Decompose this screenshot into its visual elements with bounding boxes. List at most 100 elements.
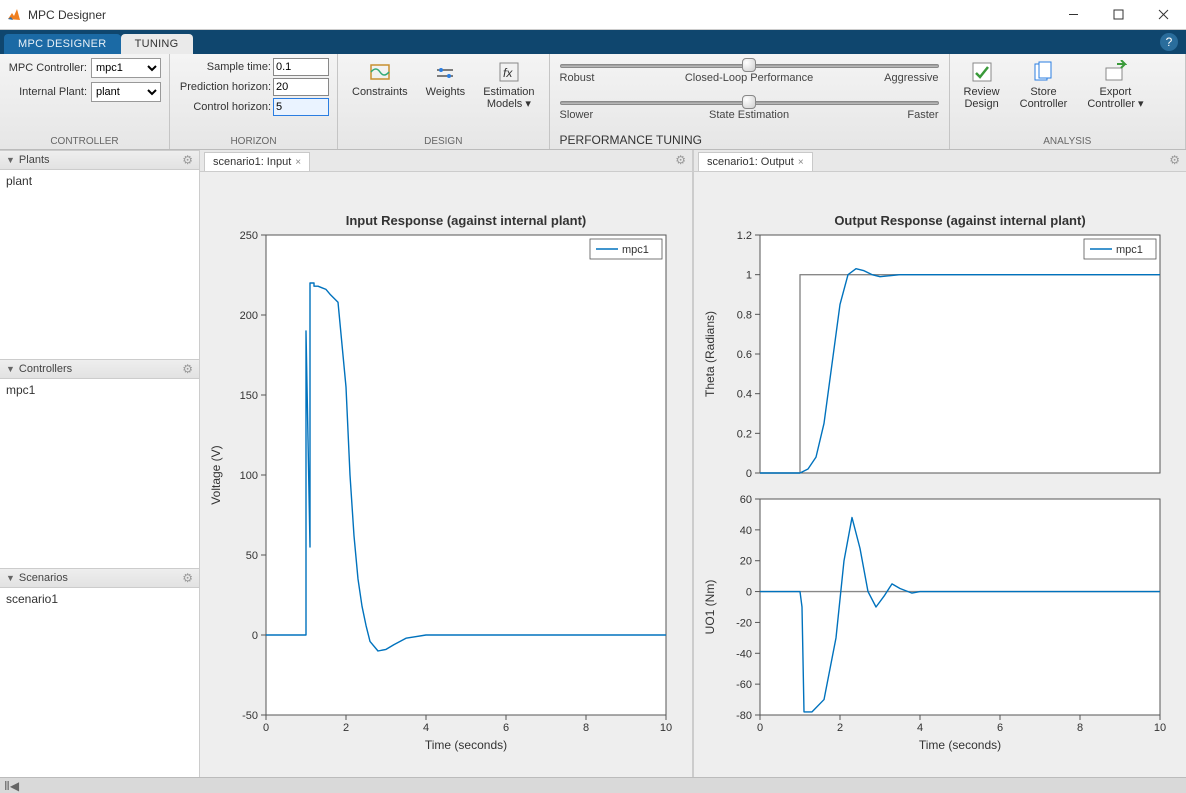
output-tab-gear-icon[interactable]: ⚙ — [1169, 153, 1180, 167]
svg-text:8: 8 — [583, 722, 589, 734]
controllers-header[interactable]: ▼Controllers⚙ — [0, 359, 199, 379]
plants-gear-icon[interactable]: ⚙ — [182, 153, 193, 167]
horizon-group: Sample time: Prediction horizon: Control… — [170, 54, 338, 149]
svg-text:Output Response (against inter: Output Response (against internal plant) — [834, 213, 1085, 228]
group-label-controller: CONTROLLER — [8, 134, 161, 147]
controller-group: MPC Controller: mpc1 Internal Plant: pla… — [0, 54, 170, 149]
controllers-gear-icon[interactable]: ⚙ — [182, 362, 193, 376]
output-plot-pane: scenario1: Output× ⚙ 00.20.40.60.811.2Ou… — [694, 150, 1186, 777]
state-estimation-label: State Estimation — [709, 109, 789, 121]
svg-text:0: 0 — [746, 586, 752, 598]
robust-label: Robust — [560, 72, 595, 84]
svg-text:-40: -40 — [736, 648, 752, 660]
controllers-list: mpc1 — [0, 379, 199, 568]
scenarios-header[interactable]: ▼Scenarios⚙ — [0, 568, 199, 588]
faster-label: Faster — [907, 109, 938, 121]
review-icon — [970, 60, 994, 84]
close-icon[interactable]: × — [295, 157, 301, 168]
tab-mpc-designer[interactable]: MPC DESIGNER — [4, 34, 121, 54]
estimation-models-button[interactable]: fx Estimation Models ▾ — [477, 58, 540, 112]
sample-time-label: Sample time: — [178, 61, 271, 73]
group-label-analysis: ANALYSIS — [958, 134, 1177, 147]
svg-text:-20: -20 — [736, 617, 752, 629]
svg-text:0: 0 — [263, 722, 269, 734]
svg-text:10: 10 — [660, 722, 672, 734]
state-estimation-slider[interactable] — [560, 97, 939, 109]
tab-tuning[interactable]: TUNING — [121, 34, 193, 54]
plant-item[interactable]: plant — [0, 172, 199, 190]
constraints-button[interactable]: Constraints — [346, 58, 414, 112]
internal-plant-label: Internal Plant: — [8, 86, 87, 98]
input-tab[interactable]: scenario1: Input× — [204, 152, 310, 171]
output-chart-theta: 00.20.40.60.811.2Output Response (agains… — [700, 195, 1180, 485]
group-label-horizon: HORIZON — [178, 134, 329, 147]
help-button[interactable]: ? — [1160, 33, 1178, 51]
state-estimation-slider-row: Slower State Estimation Faster — [560, 97, 939, 121]
maximize-button[interactable] — [1096, 0, 1141, 30]
svg-text:0.8: 0.8 — [737, 309, 752, 321]
svg-text:fx: fx — [503, 66, 513, 80]
group-label-performance: PERFORMANCE TUNING — [560, 133, 939, 147]
toolstrip: MPC Controller: mpc1 Internal Plant: pla… — [0, 54, 1186, 150]
close-icon[interactable]: × — [798, 157, 804, 168]
group-label-design: DESIGN — [346, 134, 541, 147]
input-tabbar: scenario1: Input× ⚙ — [200, 150, 692, 172]
analysis-group: Review Design Store Controller Export Co… — [950, 54, 1186, 149]
scenarios-gear-icon[interactable]: ⚙ — [182, 571, 193, 585]
svg-text:Input Response (against intern: Input Response (against internal plant) — [346, 213, 587, 228]
svg-text:0.6: 0.6 — [737, 349, 752, 361]
weights-button[interactable]: Weights — [420, 58, 472, 112]
svg-text:50: 50 — [246, 550, 258, 562]
weights-label: Weights — [426, 86, 466, 98]
svg-text:4: 4 — [423, 722, 429, 734]
close-button[interactable] — [1141, 0, 1186, 30]
output-tab[interactable]: scenario1: Output× — [698, 152, 813, 171]
svg-text:-50: -50 — [242, 710, 258, 722]
input-plot-area: 0246810-50050100150200250Input Response … — [200, 172, 692, 777]
output-chart-uo1: 0246810-80-60-40-200204060Time (seconds)… — [700, 485, 1180, 755]
workspace: ▼Plants⚙ plant ▼Controllers⚙ mpc1 ▼Scena… — [0, 150, 1186, 777]
svg-text:UO1 (Nm): UO1 (Nm) — [703, 579, 717, 634]
performance-tuning-group: Robust Closed-Loop Performance Aggressiv… — [550, 54, 950, 149]
mpc-controller-select[interactable]: mpc1 — [91, 58, 161, 78]
fx-icon: fx — [497, 60, 521, 84]
closed-loop-label: Closed-Loop Performance — [685, 72, 813, 84]
statusbar-collapse-icon[interactable]: Ⅱ◀ — [4, 779, 19, 793]
control-horizon-label: Control horizon: — [178, 101, 271, 113]
svg-text:200: 200 — [240, 310, 258, 322]
design-group: Constraints Weights fx Estimation Models… — [338, 54, 550, 149]
store-controller-button[interactable]: Store Controller — [1014, 58, 1074, 112]
svg-text:mpc1: mpc1 — [1116, 244, 1143, 256]
matlab-logo-icon — [6, 7, 22, 23]
svg-text:2: 2 — [837, 722, 843, 734]
statusbar: Ⅱ◀ — [0, 777, 1186, 793]
svg-text:0.2: 0.2 — [737, 428, 752, 440]
svg-text:6: 6 — [997, 722, 1003, 734]
review-design-button[interactable]: Review Design — [958, 58, 1006, 112]
svg-text:10: 10 — [1154, 722, 1166, 734]
svg-text:Time (seconds): Time (seconds) — [919, 738, 1001, 752]
plants-header[interactable]: ▼Plants⚙ — [0, 150, 199, 170]
svg-text:6: 6 — [503, 722, 509, 734]
scenario-item[interactable]: scenario1 — [0, 590, 199, 608]
side-panel: ▼Plants⚙ plant ▼Controllers⚙ mpc1 ▼Scena… — [0, 150, 200, 777]
prediction-horizon-label: Prediction horizon: — [178, 81, 271, 93]
svg-text:150: 150 — [240, 390, 258, 402]
input-chart: 0246810-50050100150200250Input Response … — [206, 195, 686, 755]
sample-time-input[interactable] — [273, 58, 329, 76]
weights-icon — [433, 60, 457, 84]
svg-text:Voltage (V): Voltage (V) — [209, 445, 223, 504]
controller-item[interactable]: mpc1 — [0, 381, 199, 399]
svg-text:Theta (Radians): Theta (Radians) — [703, 310, 717, 396]
control-horizon-input[interactable] — [273, 98, 329, 116]
export-controller-button[interactable]: Export Controller ▾ — [1081, 58, 1149, 112]
closed-loop-slider[interactable] — [560, 60, 939, 72]
export-icon — [1103, 60, 1127, 84]
closed-loop-slider-row: Robust Closed-Loop Performance Aggressiv… — [560, 60, 939, 84]
minimize-button[interactable] — [1051, 0, 1096, 30]
input-tab-gear-icon[interactable]: ⚙ — [675, 153, 686, 167]
internal-plant-select[interactable]: plant — [91, 82, 161, 102]
prediction-horizon-input[interactable] — [273, 78, 329, 96]
review-label: Review Design — [964, 86, 1000, 110]
export-label: Export Controller ▾ — [1087, 86, 1143, 110]
